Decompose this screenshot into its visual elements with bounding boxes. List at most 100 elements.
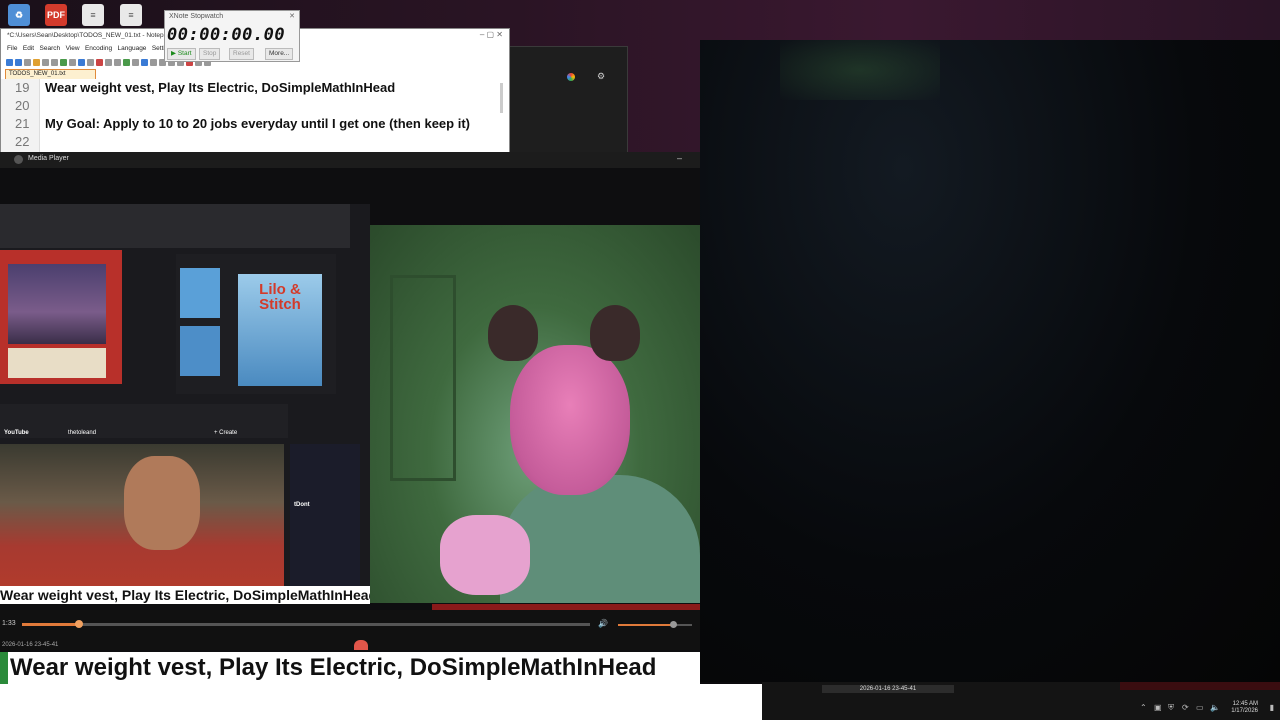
tray-sync-icon[interactable]: ⟳ [1182, 703, 1189, 712]
background-dark-window[interactable]: ⚙ [506, 46, 628, 154]
editor-line: 21 My Goal: Apply to 10 to 20 jobs every… [1, 115, 507, 133]
desktop-glow [780, 40, 940, 100]
stop-label: Stop [203, 50, 217, 57]
minimize-icon[interactable]: – [677, 153, 682, 163]
toolbar-button-icon[interactable] [123, 59, 130, 66]
toolbar-button-icon[interactable] [132, 59, 139, 66]
editor-area[interactable]: 19 Wear weight vest, Play Its Electric, … [1, 79, 507, 153]
settings-icon[interactable]: ⚙ [597, 71, 605, 82]
toolbar-button-icon[interactable] [69, 59, 76, 66]
pdf-icon[interactable]: PDF [45, 4, 67, 26]
toolbar-button-icon[interactable] [141, 59, 148, 66]
toolbar-button-icon[interactable] [87, 59, 94, 66]
media-player-title: Media Player [28, 155, 69, 162]
more-label: More... [269, 50, 290, 57]
stopwatch-title: XNote Stopwatch [169, 13, 224, 20]
person-face [510, 345, 630, 495]
person-hand [440, 515, 530, 595]
seek-progress [22, 623, 79, 626]
volume-thumb[interactable] [669, 621, 677, 628]
tray-security-icon[interactable]: ⛨ [1168, 703, 1174, 713]
toolbar-button-icon[interactable] [24, 59, 31, 66]
document-icon[interactable]: ≡ [82, 4, 104, 26]
stopwatch-reset-button[interactable]: Reset [229, 48, 254, 60]
stopwatch-time: 00:00:00.00 [167, 25, 286, 45]
mtg-card-image [0, 250, 122, 384]
line-text: Wear weight vest, Play Its Electric, DoS… [45, 80, 396, 95]
volume-icon[interactable]: 🔊 [598, 619, 608, 628]
reset-label: Reset [233, 50, 250, 57]
taskbar-clip-item[interactable]: 2026-01-16 23-45-41 [822, 685, 954, 693]
inner-webcam-person [0, 444, 284, 590]
toolbar-button-icon[interactable] [51, 59, 58, 66]
volume-track[interactable] [618, 621, 692, 628]
taskbar-time[interactable]: 12:45 AM [1233, 701, 1258, 707]
menu-view[interactable]: View [66, 45, 80, 52]
inner-browser-window: Lilo & Stitch [176, 254, 336, 394]
menu-search[interactable]: Search [40, 45, 61, 52]
menu-file[interactable]: File [7, 45, 17, 52]
desktop-wallpaper-dark [700, 40, 1280, 682]
webcam-video [370, 225, 700, 603]
editor-line: 22 [1, 133, 507, 151]
youtube-search: thetoleand [68, 430, 97, 436]
taskbar-red-strip [1120, 682, 1280, 690]
taskbar-date[interactable]: 1/17/2026 [1231, 708, 1258, 714]
toolbar-button-icon[interactable] [33, 59, 40, 66]
media-player-icon [14, 155, 23, 164]
stopwatch-more-button[interactable]: More... [265, 48, 294, 60]
door-frame [390, 275, 456, 481]
toolbar-button-icon[interactable] [114, 59, 121, 66]
inner-browser-top [0, 204, 350, 248]
chrome-icon[interactable] [567, 73, 575, 81]
tray-arrow-icon[interactable]: ⌃ [1140, 703, 1147, 712]
tray-monitor-icon[interactable]: ▭ [1196, 703, 1204, 712]
toolbar-button-icon[interactable] [105, 59, 112, 66]
window-controls[interactable]: – ▢ ✕ [480, 30, 503, 39]
toolbar-button-icon[interactable] [42, 59, 49, 66]
inner-youtube-bar: YouTube thetoleand + Create [0, 404, 288, 438]
notification-icon[interactable]: ▮ [1270, 703, 1274, 712]
toolbar-button-icon[interactable] [78, 59, 85, 66]
tray-volume-icon[interactable]: 🔈 [1210, 703, 1220, 712]
stopwatch-close-icon[interactable]: ✕ [289, 12, 295, 20]
pause-button[interactable] [354, 640, 368, 650]
toolbar-button-icon[interactable] [60, 59, 67, 66]
elapsed-time: 1:33 [2, 620, 16, 627]
menu-language[interactable]: Language [118, 45, 147, 52]
menu-edit[interactable]: Edit [23, 45, 34, 52]
toolbar-button-icon[interactable] [96, 59, 103, 66]
notepad-title: *C:\Users\Sean\Desktop\TODOS_NEW_01.txt … [7, 32, 179, 39]
video-screen-capture: Lilo & Stitch YouTube thetoleand + Creat… [0, 204, 370, 604]
media-player-titlebar[interactable]: Media Player – [0, 152, 700, 168]
tray-network-icon[interactable]: ▣ [1154, 703, 1162, 712]
recycle-bin-icon[interactable]: ♻ [8, 4, 30, 26]
taskbar[interactable]: 2026-01-16 23-45-41 ⌃ ▣ ⛨ ⟳ ▭ 🔈 12:45 AM… [762, 682, 1280, 720]
playback-controls[interactable]: 1:33 🔊 2026-01-16 23-45-41 [0, 604, 700, 650]
line-number: 22 [15, 134, 30, 149]
line-number: 19 [15, 80, 30, 95]
editor-line: 19 Wear weight vest, Play Its Electric, … [1, 79, 507, 97]
stopwatch-window[interactable]: XNote Stopwatch ✕ 00:00:00.00 ▶ Start St… [164, 10, 300, 62]
stopwatch-start-button[interactable]: ▶ Start [167, 48, 196, 60]
toolbar-button-icon[interactable] [150, 59, 157, 66]
notepad-menubar[interactable]: File Edit Search View Encoding Language … [7, 45, 175, 52]
stopwatch-stop-button[interactable]: Stop [199, 48, 221, 60]
caption-accent-bar [0, 652, 8, 684]
person-shirt [500, 475, 700, 603]
seek-thumb[interactable] [74, 620, 83, 628]
caption-overlay-small: Wear weight vest, Play Its Electric, DoS… [0, 586, 370, 604]
movie-title: Lilo & Stitch [259, 281, 301, 313]
start-label: Start [177, 50, 192, 57]
dog-ear-right [590, 305, 640, 361]
recording-timestamp: 2026-01-16 23-45-41 [2, 642, 59, 648]
toolbar-button-icon[interactable] [6, 59, 13, 66]
document-icon-2[interactable]: ≡ [120, 4, 142, 26]
line-number: 21 [15, 116, 30, 131]
toolbar-button-icon[interactable] [15, 59, 22, 66]
youtube-create: + Create [214, 430, 238, 436]
seek-track[interactable] [22, 620, 590, 628]
menu-encoding[interactable]: Encoding [85, 45, 112, 52]
editor-scrollbar[interactable] [500, 83, 503, 113]
dog-ear-left [488, 305, 538, 361]
